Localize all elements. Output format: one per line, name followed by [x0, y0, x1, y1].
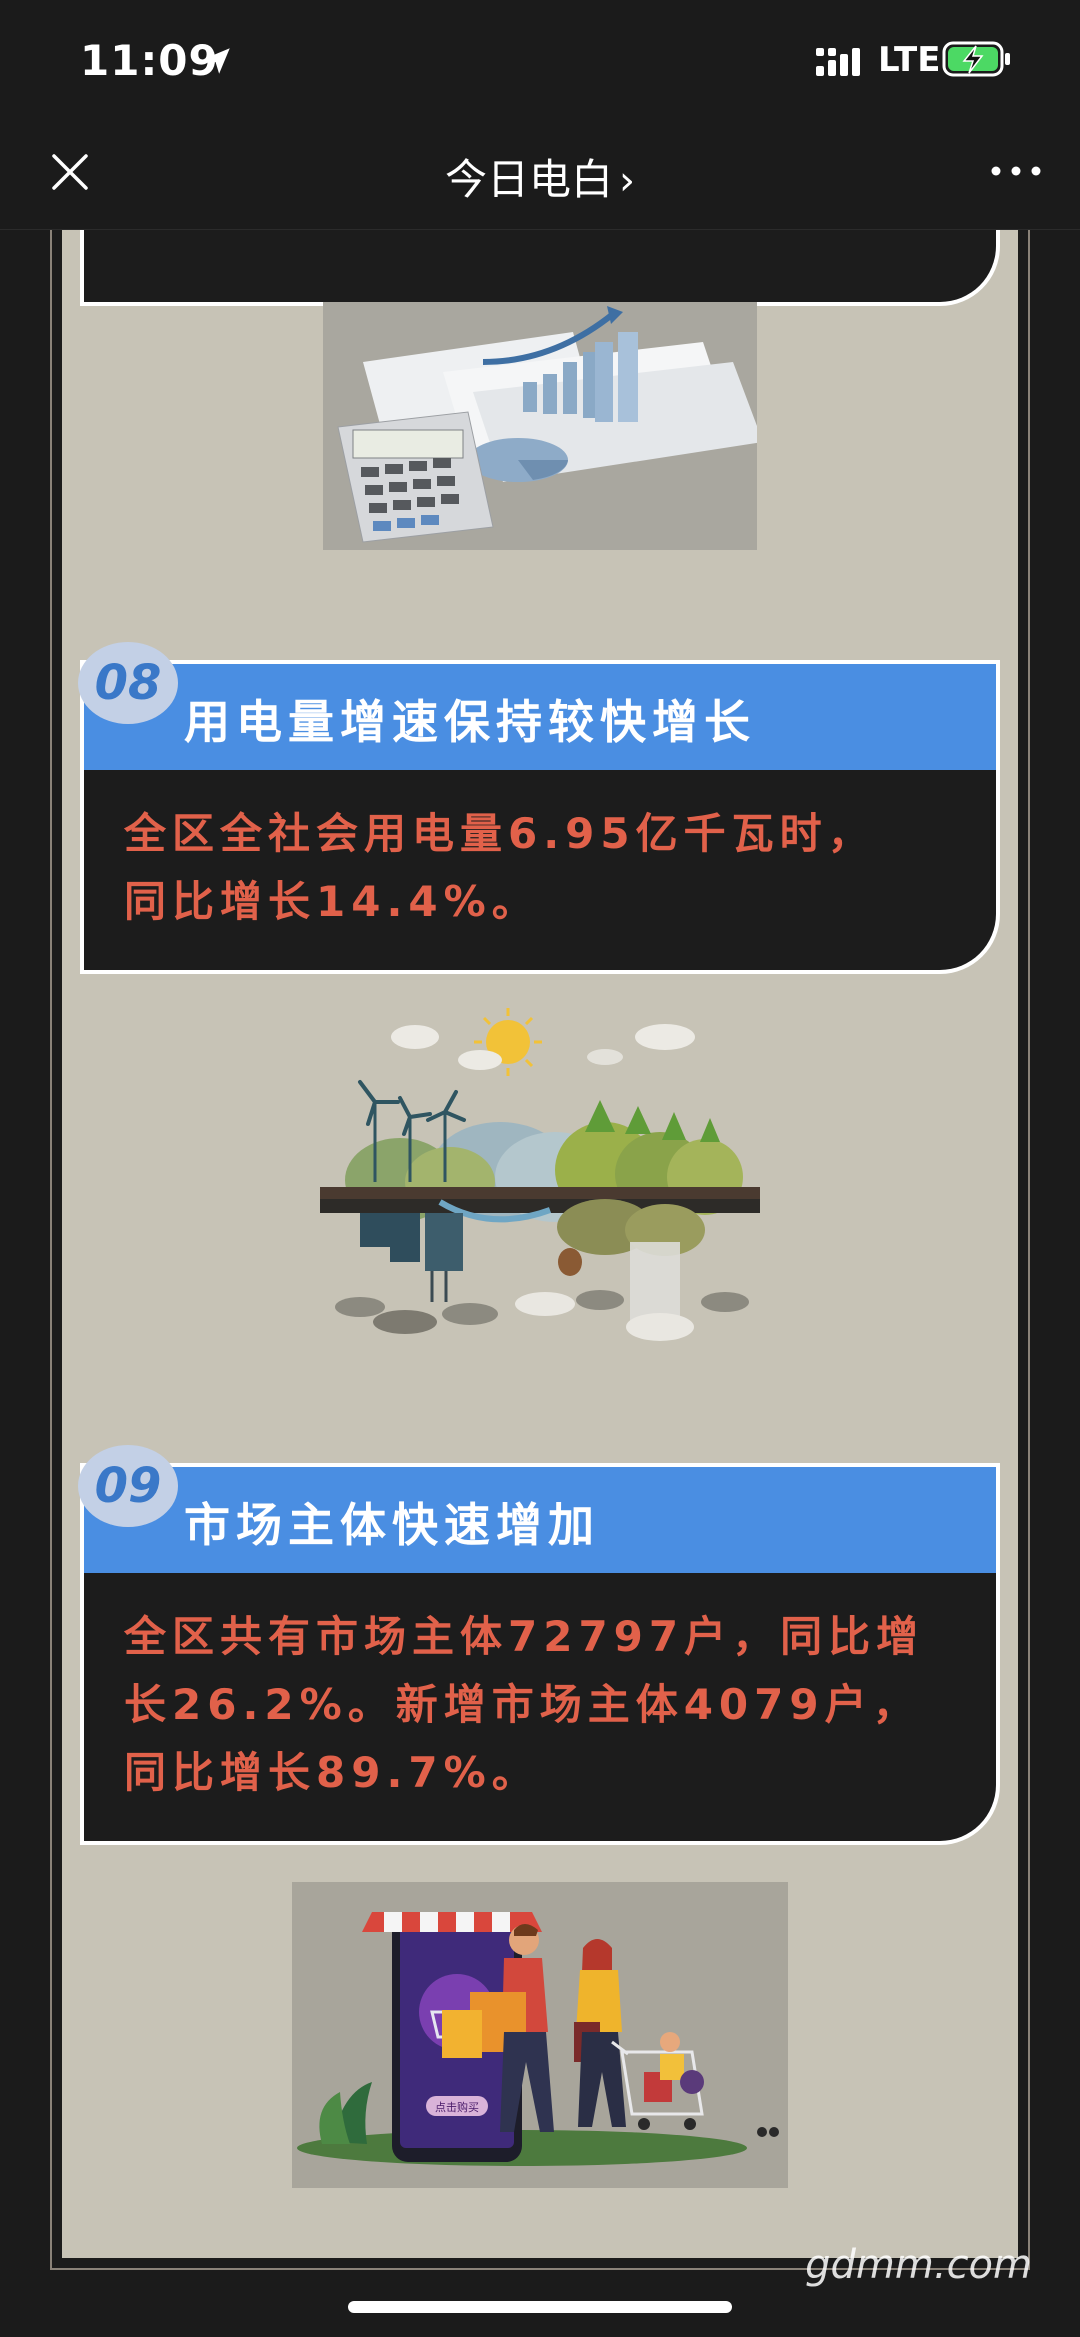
nav-title[interactable]: 今日电白 › [0, 146, 1080, 207]
section-header: 08 用电量增速保持较快增长 [78, 642, 1000, 770]
ecology-wind-illustration [320, 1002, 760, 1382]
section-title: 市场主体快速增加 [184, 1498, 600, 1552]
section-text-line: 全区共有市场主体72797户，同比增 [124, 1612, 925, 1661]
nav-bar: 今日电白 › [0, 120, 1080, 230]
chevron-right-icon: › [619, 158, 635, 204]
section-number-badge: 09 [78, 1445, 178, 1527]
article-content[interactable]: 08 用电量增速保持较快增长 全区全社会用电量6.95亿千瓦时， 同比增长14.… [0, 230, 1080, 2337]
shopping-illustration: 点击购买 [292, 1882, 788, 2188]
section-number-badge: 08 [78, 642, 178, 724]
signal-strength-icon [816, 48, 860, 76]
calculator-chart-illustration [323, 302, 757, 550]
section-header: 09 市场主体快速增加 [78, 1445, 1000, 1573]
section-electricity: 08 用电量增速保持较快增长 全区全社会用电量6.95亿千瓦时， 同比增长14.… [78, 642, 1000, 974]
section-body: 全区全社会用电量6.95亿千瓦时， 同比增长14.4%。 [80, 770, 1000, 974]
section-text-line: 同比增长14.4%。 [124, 877, 540, 926]
location-arrow-icon [204, 48, 230, 74]
nav-title-text: 今日电白 [444, 155, 613, 204]
battery-charging-icon [942, 41, 1010, 77]
watermark: gdmm.com [805, 2242, 1032, 2288]
phone-buy-button: 点击购买 [435, 2100, 479, 2114]
section-market-entities: 09 市场主体快速增加 全区共有市场主体72797户，同比增 长26.2%。新增… [78, 1445, 1000, 1845]
more-options-icon[interactable] [988, 156, 1044, 186]
status-time: 11:09 [80, 36, 219, 85]
section-text-line: 全区全社会用电量6.95亿千瓦时， [124, 809, 876, 858]
section-text-line: 同比增长89.7%。 [124, 1748, 540, 1797]
status-bar: 11:09 LTE [0, 0, 1080, 120]
network-type-label: LTE [878, 40, 941, 80]
home-indicator[interactable] [348, 2301, 732, 2313]
section-body: 全区共有市场主体72797户，同比增 长26.2%。新增市场主体4079户， 同… [80, 1573, 1000, 1845]
previous-section-card [80, 230, 1000, 306]
section-text-line: 长26.2%。新增市场主体4079户， [124, 1680, 921, 1729]
section-title: 用电量增速保持较快增长 [184, 695, 756, 749]
